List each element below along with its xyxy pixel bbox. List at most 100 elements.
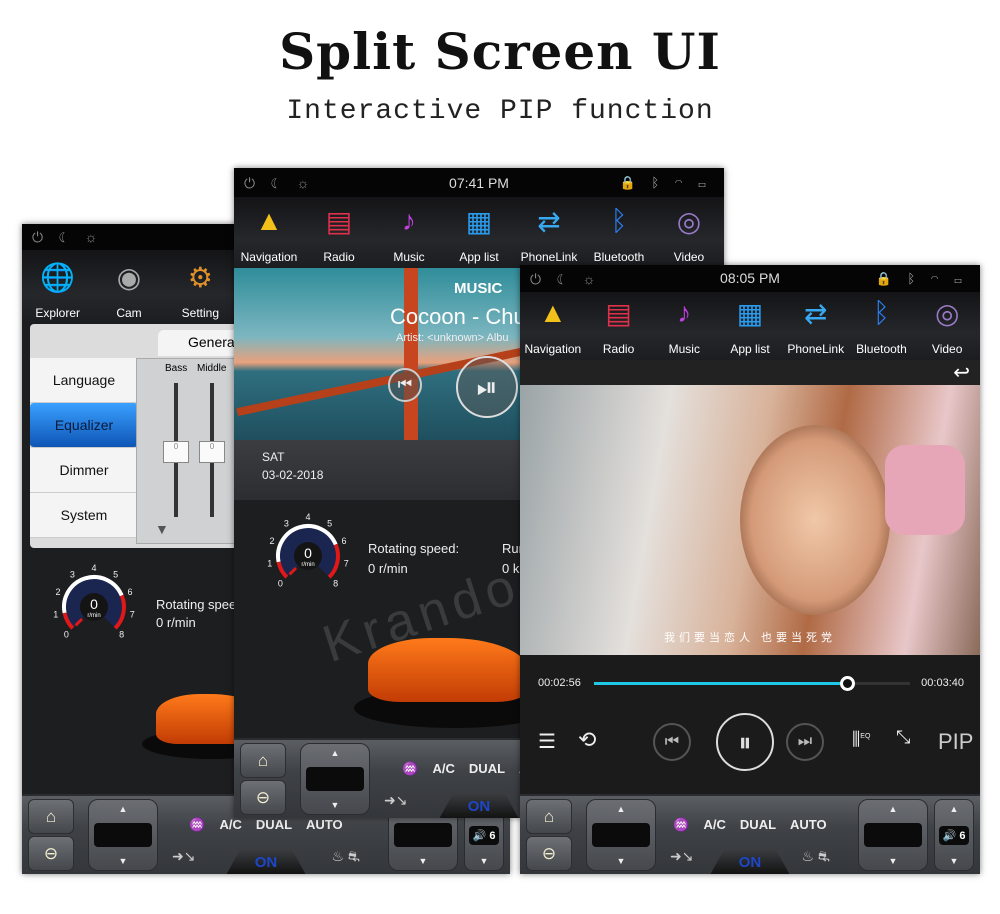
up-arrow-icon[interactable]: ▲ (950, 804, 959, 814)
video-frame-toy (885, 445, 965, 535)
home-button[interactable]: ⌂ (240, 743, 286, 778)
on-button[interactable]: ON (439, 793, 519, 818)
pip-button[interactable]: PIP (938, 729, 973, 755)
app-navigation[interactable]: ▲ Navigation (234, 197, 304, 268)
return-icon[interactable]: ↩ (953, 360, 970, 385)
defrost-icon[interactable]: ♒ (673, 817, 689, 833)
ac-button[interactable]: A/C (220, 817, 242, 833)
up-arrow-icon[interactable]: ▲ (889, 804, 898, 814)
on-button[interactable]: ON (226, 849, 306, 874)
home-button[interactable]: ⌂ (28, 799, 74, 834)
up-arrow-icon[interactable]: ▲ (331, 748, 340, 758)
total-time: 00:03:40 (921, 677, 964, 689)
app-label: App list (730, 342, 770, 356)
app-label: Bluetooth (593, 250, 645, 264)
app-music[interactable]: ♪ Music (651, 292, 717, 360)
app-navigation[interactable]: ▲ Navigation (520, 292, 586, 360)
date: 03-02-2018 (262, 468, 324, 482)
down-arrow-icon[interactable]: ▼ (480, 856, 489, 866)
gauge-tick-label: 4 (91, 563, 96, 573)
up-arrow-icon[interactable]: ▲ (617, 804, 626, 814)
down-arrow-icon[interactable]: ▼ (889, 856, 898, 866)
defrost-icon[interactable]: ♒ (402, 761, 418, 777)
app-music[interactable]: ♪ Music (374, 197, 444, 268)
pause-button[interactable]: ⏸ (716, 713, 774, 771)
dual-button[interactable]: DUAL (256, 817, 292, 833)
dual-button[interactable]: DUAL (740, 817, 776, 833)
next-button[interactable]: ⏭ (786, 723, 824, 761)
eq-slider-middle[interactable]: 0 (199, 441, 225, 463)
back-button[interactable]: ⊖ (28, 836, 74, 871)
bridge-tower (404, 268, 418, 440)
rotating-speed-value: 0 r/min (156, 615, 196, 630)
weekday: SAT (262, 450, 285, 464)
repeat-icon[interactable]: ⟲ (578, 727, 596, 753)
rpm-gauge: 0123456780r/min (53, 563, 135, 639)
fan-display (592, 823, 650, 847)
app-explorer[interactable]: 🌐 Explorer (22, 250, 93, 324)
defrost-icon[interactable]: ♒ (189, 817, 205, 833)
down-arrow-icon[interactable]: ▼ (950, 856, 959, 866)
app-radio[interactable]: ▤ Radio (304, 197, 374, 268)
recirculation-icon[interactable]: ♨ ⛐ (331, 848, 360, 867)
fan-control-left[interactable]: ▲ ▼ (88, 799, 158, 871)
auto-button[interactable]: AUTO (790, 817, 827, 833)
airflow-icon[interactable]: ➜↘ (384, 792, 407, 809)
seek-bar[interactable] (594, 676, 910, 691)
app-label: PhoneLink (787, 342, 845, 356)
airflow-icon[interactable]: ➜↘ (172, 848, 195, 865)
play-pause-button[interactable]: ⏯ (456, 356, 518, 418)
ac-button[interactable]: A/C (433, 761, 455, 777)
scroll-down-icon[interactable]: ▼ (155, 521, 169, 537)
status-bar: ⏻ ☾ ☼ 08:05 PM 🔒 ᛒ ◠ ▭ (520, 265, 980, 292)
back-button[interactable]: ⊖ (526, 836, 572, 871)
app-phonelink[interactable]: ⇄ PhoneLink (783, 292, 849, 360)
down-arrow-icon[interactable]: ▼ (617, 856, 626, 866)
settings-menu-dimmer[interactable]: Dimmer (30, 448, 138, 493)
settings-menu-equalizer[interactable]: Equalizer (30, 403, 138, 448)
down-arrow-icon[interactable]: ▼ (331, 800, 340, 810)
app-bluetooth[interactable]: ᛒ Bluetooth (849, 292, 915, 360)
app-app-list[interactable]: ▦ App list (717, 292, 783, 360)
fan-control-right[interactable]: ▲▼ (858, 799, 928, 871)
playlist-icon[interactable]: ☰ (538, 729, 556, 754)
down-arrow-icon[interactable]: ▼ (119, 856, 128, 866)
gauge-tick-label: 1 (267, 559, 272, 569)
app-setting[interactable]: ⚙ Setting (165, 250, 236, 324)
recirculation-icon[interactable]: ♨ ⛐ (801, 848, 830, 867)
temp-display (864, 823, 922, 847)
shrink-icon[interactable]: ⤡ (896, 727, 910, 748)
eq-slider-bass[interactable]: 0 (163, 441, 189, 463)
app-app-list[interactable]: ▦ App list (444, 197, 514, 268)
previous-button[interactable]: ⏮ (388, 368, 422, 402)
dual-button[interactable]: DUAL (469, 761, 505, 777)
down-arrow-icon[interactable]: ▼ (419, 856, 428, 866)
app-phonelink[interactable]: ⇄ PhoneLink (514, 197, 584, 268)
on-button[interactable]: ON (710, 849, 790, 874)
settings-menu-system[interactable]: System (30, 493, 138, 538)
app-video[interactable]: ◎ Video (914, 292, 980, 360)
up-arrow-icon[interactable]: ▲ (119, 804, 128, 814)
app-radio[interactable]: ▤ Radio (586, 292, 652, 360)
seek-thumb[interactable] (839, 676, 855, 691)
auto-button[interactable]: AUTO (306, 817, 343, 833)
airflow-icon[interactable]: ➜↘ (670, 848, 693, 865)
ac-button[interactable]: A/C (704, 817, 726, 833)
back-button[interactable]: ⊖ (240, 780, 286, 815)
app-cam[interactable]: ◉ Cam (93, 250, 164, 324)
status-bar: ⏻ ☾ ☼ 07:41 PM 🔒 ᛒ ◠ ▭ (234, 168, 724, 197)
volume-control[interactable]: ▲ 🔊 6 ▼ (934, 799, 974, 871)
elapsed-time: 00:02:56 (538, 677, 581, 689)
fan-control-left[interactable]: ▲ ▼ (300, 743, 370, 815)
fan-display (94, 823, 152, 847)
equalizer-icon[interactable]: ⫼EQ (852, 729, 870, 750)
app-label: Video (931, 342, 963, 356)
video-player[interactable]: 我们要当恋人 也要当死党 (520, 385, 980, 655)
app-bluetooth[interactable]: ᛒ Bluetooth (584, 197, 654, 268)
previous-button[interactable]: ⏮ (653, 723, 691, 761)
bluetooth-icon: ᛒ (873, 297, 890, 328)
fan-control-left[interactable]: ▲ ▼ (586, 799, 656, 871)
home-button[interactable]: ⌂ (526, 799, 572, 834)
settings-menu-language[interactable]: Language (30, 358, 138, 403)
app-video[interactable]: ◎ Video (654, 197, 724, 268)
